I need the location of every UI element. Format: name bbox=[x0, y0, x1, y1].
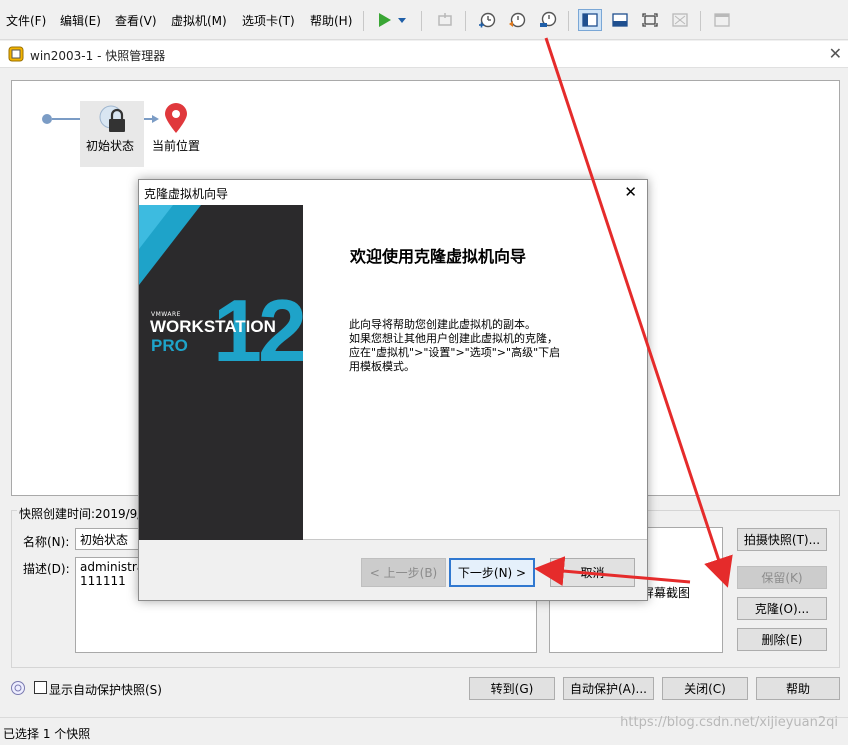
description-label: 描述(D): bbox=[23, 562, 70, 576]
clone-button[interactable]: 克隆(O)... bbox=[737, 597, 827, 620]
menu-tabs[interactable]: 选项卡(T) bbox=[242, 12, 295, 29]
toolbar-separator bbox=[568, 11, 569, 31]
screenshot-label: 屏幕截图 bbox=[642, 586, 691, 600]
menu-file[interactable]: 文件(F) bbox=[6, 12, 46, 29]
vmware-product: WORKSTATION bbox=[150, 317, 276, 336]
close-icon[interactable]: ✕ bbox=[829, 44, 842, 63]
goto-button[interactable]: 转到(G) bbox=[469, 677, 555, 700]
menu-bar: 文件(F) 编辑(E) 查看(V) 虚拟机(M) 选项卡(T) 帮助(H) bbox=[0, 0, 848, 40]
cancel-button[interactable]: 取消 bbox=[550, 558, 635, 587]
menu-vm[interactable]: 虚拟机(M) bbox=[171, 12, 227, 29]
delete-button[interactable]: 删除(E) bbox=[737, 628, 827, 651]
name-field[interactable]: 初始状态 bbox=[75, 528, 145, 550]
snapshot-node-current[interactable]: 当前位置 bbox=[149, 101, 209, 167]
status-text: 已选择 1 个快照 bbox=[3, 727, 91, 741]
show-library-icon[interactable] bbox=[578, 9, 602, 31]
wizard-titlebar: 克隆虚拟机向导 ✕ bbox=[139, 180, 647, 205]
created-time-label: 快照创建时间:2019/9/ bbox=[17, 505, 144, 522]
snapshot-label: 初始状态 bbox=[86, 139, 135, 153]
send-ctrl-alt-del-icon bbox=[433, 9, 457, 31]
snapshot-manager-titlebar: win2003-1 - 快照管理器 ✕ bbox=[0, 41, 848, 68]
autoprotect-icon bbox=[11, 681, 25, 695]
current-location-label: 当前位置 bbox=[152, 139, 201, 153]
thumbnail-bar-icon[interactable] bbox=[608, 9, 632, 31]
watermark: https://blog.csdn.net/xijieyuan2qi bbox=[620, 715, 838, 730]
next-button[interactable]: 下一步(N) > bbox=[449, 558, 535, 587]
wizard-title: 克隆虚拟机向导 bbox=[144, 187, 229, 201]
show-autoprotect-checkbox[interactable] bbox=[34, 681, 47, 694]
unity-icon bbox=[668, 9, 692, 31]
wizard-body: 此向导将帮助您创建此虚拟机的副本。 如果您想让其他用户创建此虚拟机的克隆， 应在… bbox=[349, 318, 561, 373]
keep-button: 保留(K) bbox=[737, 566, 827, 589]
wizard-heading: 欢迎使用克隆虚拟机向导 bbox=[350, 247, 527, 266]
vmware-banner: VMWARE 12 WORKSTATION PRO bbox=[139, 205, 303, 540]
clone-wizard-dialog: 克隆虚拟机向导 ✕ VMWARE 12 WORKSTATION PRO 欢迎使用… bbox=[138, 179, 648, 601]
snapshot-node-initial[interactable]: 初始状态 bbox=[80, 101, 144, 167]
toolbar-separator bbox=[421, 11, 422, 31]
snapshot-lock-icon bbox=[99, 105, 125, 132]
toolbar-separator bbox=[465, 11, 466, 31]
close-button[interactable]: 关闭(C) bbox=[662, 677, 748, 700]
toolbar-separator bbox=[363, 11, 364, 31]
menu-edit[interactable]: 编辑(E) bbox=[60, 12, 101, 29]
autoprotect-button[interactable]: 自动保护(A)... bbox=[563, 677, 654, 700]
snapshot-manager-icon[interactable] bbox=[536, 9, 560, 31]
help-button[interactable]: 帮助 bbox=[756, 677, 840, 700]
toolbar-separator bbox=[700, 11, 701, 31]
vmware-edition: PRO bbox=[151, 336, 188, 355]
menu-view[interactable]: 查看(V) bbox=[115, 12, 157, 29]
vm-icon bbox=[8, 46, 24, 62]
prev-button: < 上一步(B) bbox=[361, 558, 446, 587]
take-snapshot-icon[interactable] bbox=[475, 9, 499, 31]
take-snapshot-button[interactable]: 拍摄快照(T)... bbox=[737, 528, 827, 551]
console-view-icon bbox=[710, 9, 734, 31]
window-title: win2003-1 - 快照管理器 bbox=[30, 49, 166, 63]
location-pin-icon bbox=[165, 103, 187, 133]
power-on-icon[interactable] bbox=[372, 9, 396, 31]
name-label: 名称(N): bbox=[23, 535, 70, 549]
menu-help[interactable]: 帮助(H) bbox=[310, 12, 352, 29]
power-dropdown-icon[interactable] bbox=[395, 9, 409, 31]
show-autoprotect-label: 显示自动保护快照(S) bbox=[49, 683, 162, 697]
full-screen-icon[interactable] bbox=[638, 9, 662, 31]
wizard-content: VMWARE 12 WORKSTATION PRO 欢迎使用克隆虚拟机向导 此向… bbox=[139, 205, 647, 540]
close-icon[interactable]: ✕ bbox=[624, 183, 637, 201]
revert-snapshot-icon[interactable] bbox=[505, 9, 529, 31]
